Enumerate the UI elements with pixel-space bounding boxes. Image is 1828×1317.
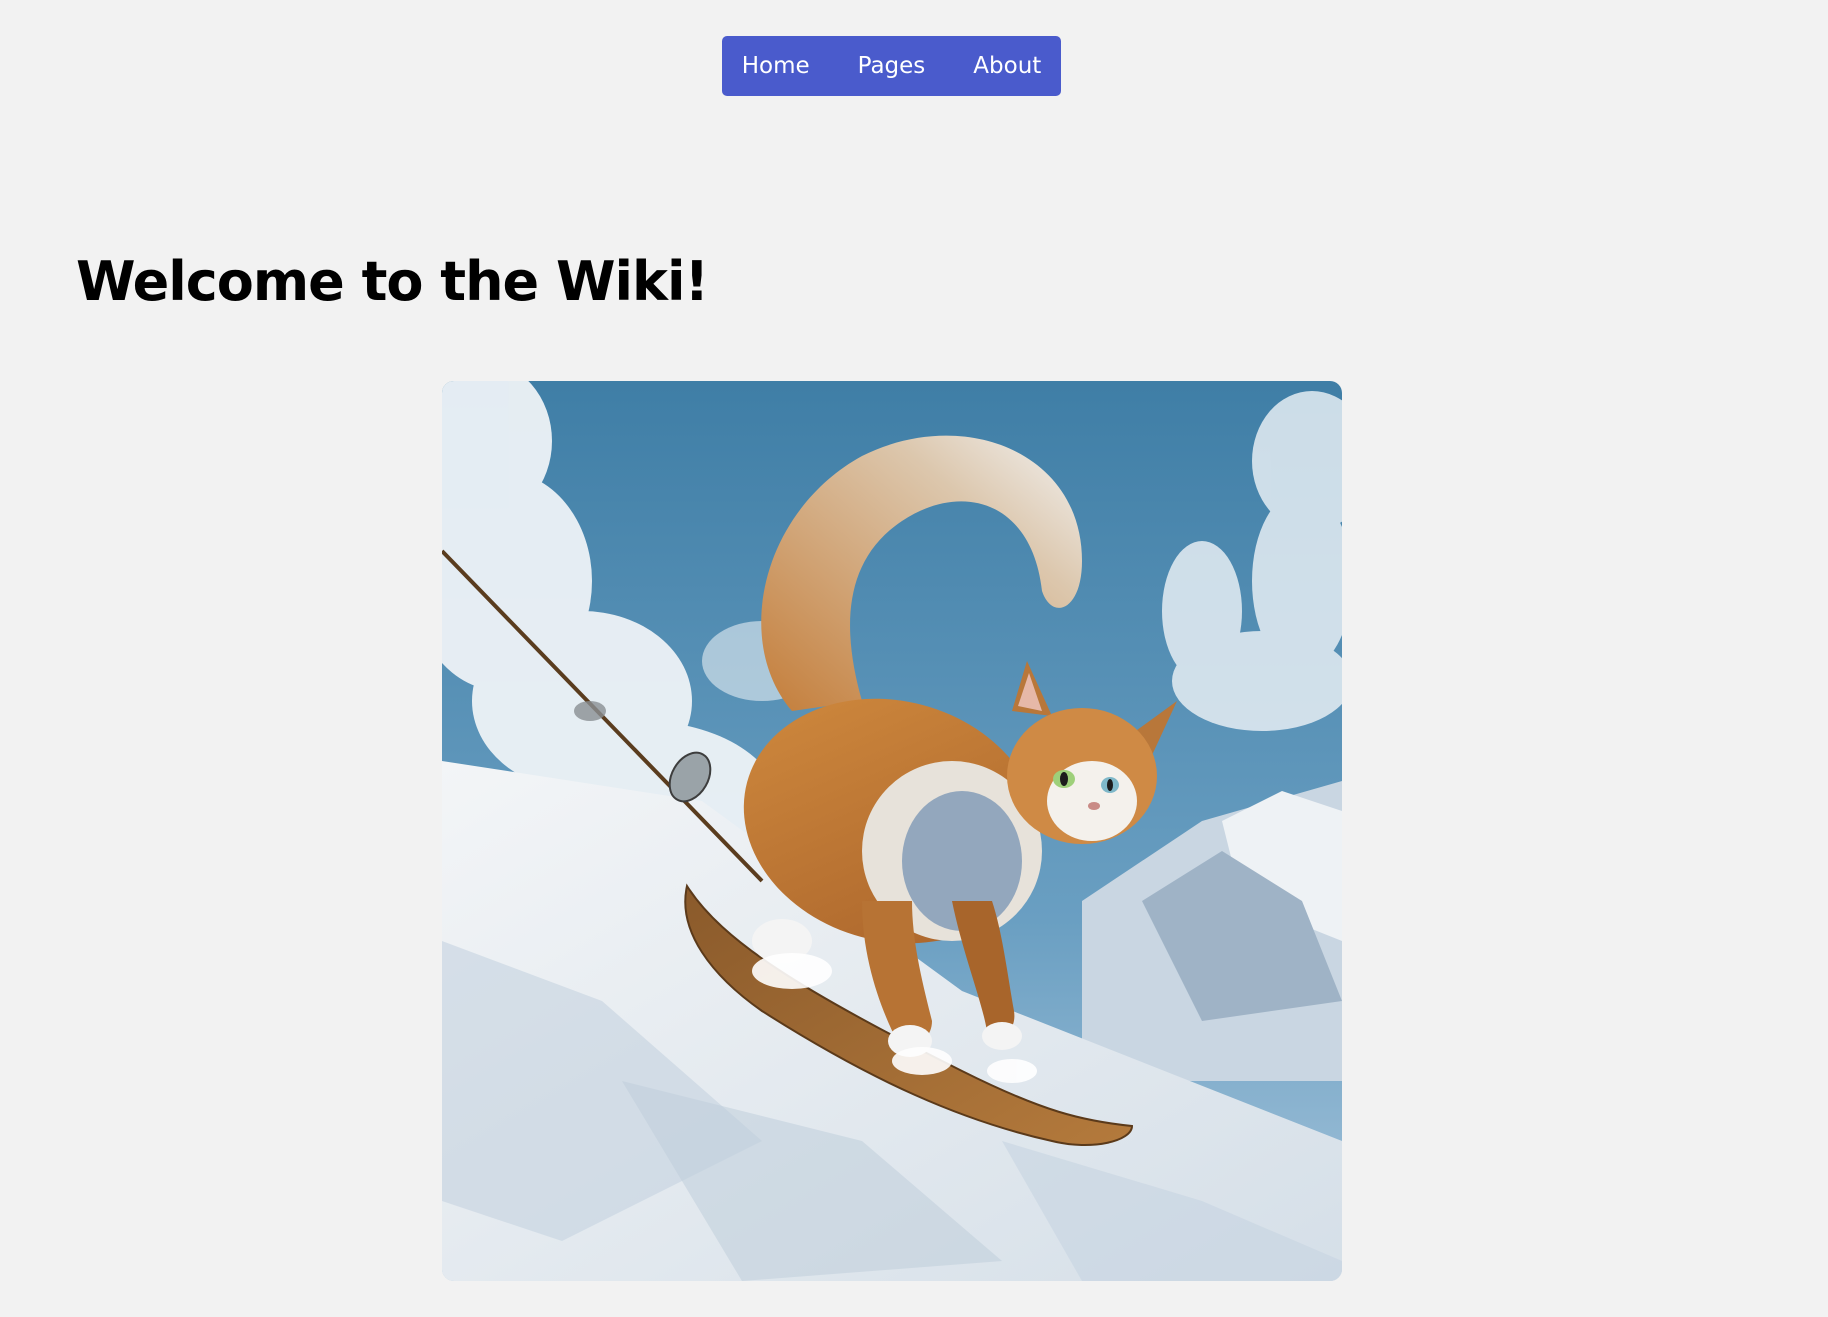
top-navigation: Home Pages About — [722, 36, 1061, 96]
hero-image — [442, 381, 1342, 1281]
nav-link-pages[interactable]: Pages — [834, 36, 950, 96]
nav-link-about[interactable]: About — [949, 36, 1065, 96]
page-title: Welcome to the Wiki! — [76, 250, 709, 313]
nav-link-home[interactable]: Home — [718, 36, 834, 96]
cat-skiing-illustration — [442, 381, 1342, 1281]
